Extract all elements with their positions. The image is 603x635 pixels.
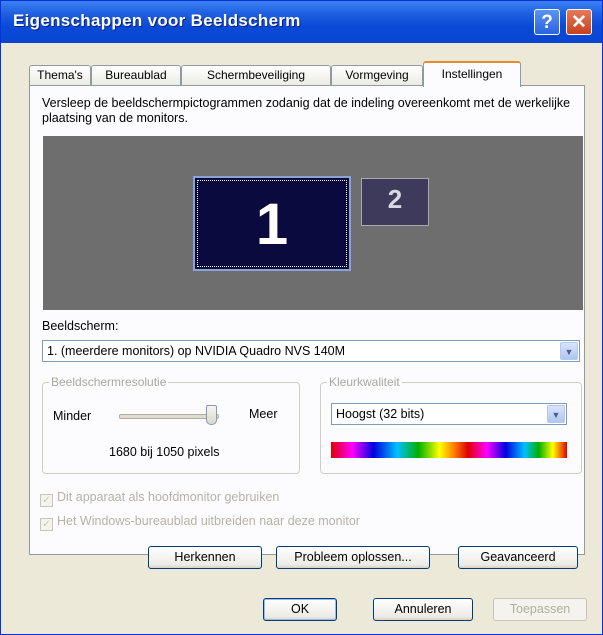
color-preview-bar [331,442,567,458]
chevron-down-icon[interactable]: ▼ [560,342,578,360]
close-button[interactable]: ✕ [566,9,592,35]
resolution-value: 1680 bij 1050 pixels [109,445,220,459]
identify-button[interactable]: Herkennen [148,546,262,569]
monitor-arrangement-area: 1 2 [43,136,583,310]
advanced-button[interactable]: Geavanceerd [458,546,578,569]
primary-monitor-checkbox[interactable]: ✓ Dit apparaat als hoofdmonitor gebruiken [40,490,279,507]
resolution-group-title: Beeldschermresolutie [49,375,169,389]
display-select-value: 1. (meerdere monitors) op NVIDIA Quadro … [47,344,346,358]
primary-monitor-label: Dit apparaat als hoofdmonitor gebruiken [57,490,280,504]
apply-button: Toepassen [493,598,587,621]
help-button[interactable]: ? [534,9,560,35]
extend-desktop-label: Het Windows-bureaublad uitbreiden naar d… [57,514,360,528]
display-select[interactable]: 1. (meerdere monitors) op NVIDIA Quadro … [42,340,580,362]
tab-screensaver[interactable]: Schermbeveiliging [181,65,331,85]
resolution-group: Beeldschermresolutie Minder Meer 1680 bi… [42,375,300,474]
resolution-slider-thumb[interactable] [206,405,217,425]
tab-settings[interactable]: Instellingen [423,61,521,87]
display-properties-window: Eigenschappen voor Beeldscherm ? ✕ Thema… [0,0,603,635]
troubleshoot-button[interactable]: Probleem oplossen... [276,546,430,569]
cancel-button[interactable]: Annuleren [373,598,473,621]
chevron-down-icon[interactable]: ▼ [547,405,565,423]
tab-desktop[interactable]: Bureaublad [91,65,181,85]
checkbox-checked-icon: ✓ [40,518,53,531]
extend-desktop-checkbox[interactable]: ✓ Het Windows-bureaublad uitbreiden naar … [40,514,360,531]
color-quality-group: Kleurkwaliteit Hoogst (32 bits) ▼ [320,375,582,474]
ok-button[interactable]: OK [263,598,337,621]
resolution-slider-track[interactable] [119,414,219,419]
color-quality-value: Hoogst (32 bits) [336,407,425,421]
checkbox-checked-icon: ✓ [40,494,53,507]
monitor-1[interactable]: 1 [193,176,351,271]
tab-appearance[interactable]: Vormgeving [331,65,423,85]
tab-themes[interactable]: Thema's [29,65,91,85]
settings-panel: Versleep de beeldschermpictogrammen zoda… [29,85,585,569]
monitor-2[interactable]: 2 [361,178,429,226]
window-title: Eigenschappen voor Beeldscherm [13,11,301,30]
color-quality-group-title: Kleurkwaliteit [327,375,402,389]
more-label: Meer [249,407,278,421]
instruction-text: Versleep de beeldschermpictogrammen zoda… [42,96,571,125]
display-label: Beeldscherm: [42,319,119,333]
title-bar[interactable]: Eigenschappen voor Beeldscherm ? ✕ [1,1,602,43]
less-label: Minder [53,409,92,423]
color-quality-select[interactable]: Hoogst (32 bits) ▼ [331,403,567,425]
